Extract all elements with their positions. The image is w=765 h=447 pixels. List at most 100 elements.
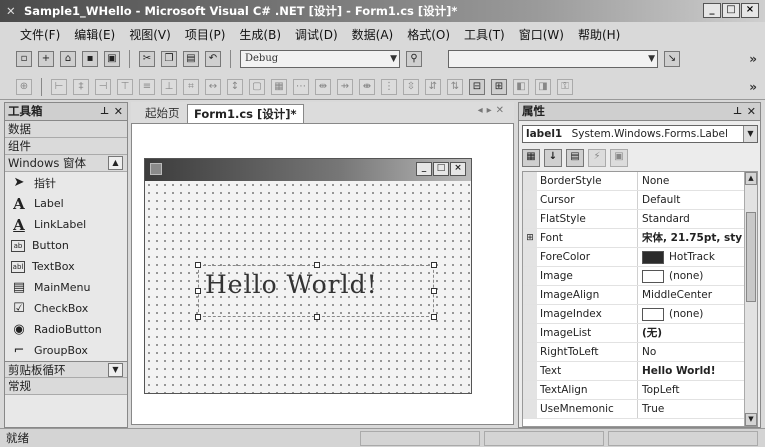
menu-format[interactable]: 格式(O) — [407, 26, 450, 43]
property-row[interactable]: Image (none) — [523, 267, 757, 286]
center-horizontally-icon[interactable]: ⊟ — [469, 78, 485, 95]
toolbox-item-groupbox[interactable]: ⌐ GroupBox — [5, 340, 127, 361]
make-same-size-icon[interactable]: ▢ — [249, 78, 265, 95]
events-icon[interactable]: ⚡ — [588, 149, 606, 167]
property-row[interactable]: ⊞ Font 宋体, 21.75pt, sty — [523, 229, 757, 248]
vspacing-remove-icon[interactable]: ⇅ — [447, 78, 463, 95]
alphabetical-icon[interactable]: ↓ — [544, 149, 562, 167]
find-icon[interactable]: ⚲ — [406, 51, 422, 67]
categorized-icon[interactable]: ▦ — [522, 149, 540, 167]
send-to-back-icon[interactable]: ◨ — [535, 78, 551, 95]
toolbar-overflow-icon[interactable]: » — [749, 80, 757, 94]
property-value[interactable]: (无) — [638, 324, 757, 342]
scroll-up-icon[interactable]: ▲ — [745, 172, 757, 185]
resize-handle[interactable] — [195, 288, 201, 294]
vspacing-equal-icon[interactable]: ⋮ — [381, 78, 397, 95]
align-middle-icon[interactable]: ≡ — [139, 78, 155, 95]
lock-controls-icon[interactable]: ⚿ — [557, 78, 573, 95]
toolbox-item-mainmenu[interactable]: ▤ MainMenu — [5, 277, 127, 298]
close-icon[interactable]: ✕ — [114, 103, 123, 120]
save-all-icon[interactable]: ▣ — [104, 51, 120, 67]
new-project-icon[interactable]: ▫ — [16, 51, 32, 67]
resize-handle[interactable] — [431, 314, 437, 320]
tab-start-page[interactable]: 起始页 — [139, 104, 186, 123]
property-value[interactable]: None — [638, 172, 757, 190]
maximize-button[interactable]: □ — [722, 3, 740, 18]
toolbox-category-data[interactable]: 数据 — [5, 121, 127, 138]
toolbox-item-checkbox[interactable]: ☑ CheckBox — [5, 298, 127, 319]
property-value[interactable]: (none) — [638, 267, 757, 285]
property-value[interactable]: Default — [638, 191, 757, 209]
resize-handle[interactable] — [431, 288, 437, 294]
hspacing-equal-icon[interactable]: ⋯ — [293, 78, 309, 95]
property-row[interactable]: TextAlign TopLeft — [523, 381, 757, 400]
pin-icon[interactable]: ⊥ — [733, 103, 742, 120]
toolbox-category-windows-forms[interactable]: Windows 窗体 ▲ — [5, 155, 127, 172]
form-client-area[interactable]: Hello World! — [145, 181, 471, 393]
menu-help[interactable]: 帮助(H) — [578, 26, 620, 43]
make-same-width-icon[interactable]: ↔ — [205, 78, 221, 95]
scroll-down-icon[interactable]: ▼ — [745, 413, 757, 426]
size-to-grid-icon[interactable]: ▦ — [271, 78, 287, 95]
toolbox-category-clipboard-ring[interactable]: 剪贴板循环 ▼ — [5, 361, 127, 378]
property-row[interactable]: FlatStyle Standard — [523, 210, 757, 229]
property-row[interactable]: Text Hello World! — [523, 362, 757, 381]
copy-icon[interactable]: ❐ — [161, 51, 177, 67]
vspacing-increase-icon[interactable]: ⇳ — [403, 78, 419, 95]
cut-icon[interactable]: ✂ — [139, 51, 155, 67]
close-button[interactable]: × — [741, 3, 759, 18]
find-combo[interactable]: ▼ — [448, 50, 658, 68]
property-grid-scrollbar[interactable]: ▲ ▼ — [744, 172, 757, 426]
property-row[interactable]: ImageIndex (none) — [523, 305, 757, 324]
property-value[interactable]: Standard — [638, 210, 757, 228]
property-row[interactable]: ImageAlign MiddleCenter — [523, 286, 757, 305]
solution-explorer-icon[interactable]: ↘ — [664, 51, 680, 67]
object-selector[interactable]: label1 System.Windows.Forms.Label ▼ — [522, 125, 758, 143]
toolbox-item-label[interactable]: A Label — [5, 193, 127, 214]
property-row[interactable]: BorderStyle None — [523, 172, 757, 191]
close-icon[interactable]: ✕ — [747, 103, 756, 120]
resize-handle[interactable] — [431, 262, 437, 268]
property-value[interactable]: 宋体, 21.75pt, sty — [638, 229, 757, 247]
align-grid-icon[interactable]: ⊕ — [16, 78, 32, 95]
menu-window[interactable]: 窗口(W) — [519, 26, 564, 43]
property-row[interactable]: Cursor Default — [523, 191, 757, 210]
center-vertically-icon[interactable]: ⊞ — [491, 78, 507, 95]
property-row[interactable]: UseMnemonic True — [523, 400, 757, 419]
make-same-height-icon[interactable]: ↕ — [227, 78, 243, 95]
minimize-button[interactable]: _ — [703, 3, 721, 18]
property-value[interactable]: MiddleCenter — [638, 286, 757, 304]
hspacing-remove-icon[interactable]: ⇼ — [359, 78, 375, 95]
toolbox-category-components[interactable]: 组件 — [5, 138, 127, 155]
menu-debug[interactable]: 调试(D) — [295, 26, 338, 43]
property-value[interactable]: (none) — [638, 305, 757, 323]
menu-edit[interactable]: 编辑(E) — [74, 26, 115, 43]
expand-icon[interactable]: ⊞ — [523, 229, 537, 247]
add-item-icon[interactable]: + — [38, 51, 54, 67]
tab-nav-arrows[interactable]: ◂▸✕ — [478, 105, 508, 116]
align-right-icon[interactable]: ⊣ — [95, 78, 111, 95]
undo-icon[interactable]: ↶ — [205, 51, 221, 67]
hspacing-increase-icon[interactable]: ⇹ — [315, 78, 331, 95]
scroll-up-icon[interactable]: ▲ — [108, 156, 123, 170]
align-bottom-icon[interactable]: ⊥ — [161, 78, 177, 95]
properties-view-icon[interactable]: ▤ — [566, 149, 584, 167]
toolbox-item-pointer[interactable]: ➤ 指针 — [5, 172, 127, 193]
resize-handle[interactable] — [314, 262, 320, 268]
hspacing-decrease-icon[interactable]: ⇸ — [337, 78, 353, 95]
tab-form1-design[interactable]: Form1.cs [设计]* — [187, 104, 304, 123]
align-to-grid-icon[interactable]: ⌗ — [183, 78, 199, 95]
open-icon[interactable]: ⌂ — [60, 51, 76, 67]
property-row[interactable]: RightToLeft No — [523, 343, 757, 362]
property-value[interactable]: Hello World! — [638, 362, 757, 380]
property-row[interactable]: ImageList (无) — [523, 324, 757, 343]
label1-control[interactable]: Hello World! — [195, 262, 437, 320]
align-center-icon[interactable]: ‡ — [73, 78, 89, 95]
align-top-icon[interactable]: ⊤ — [117, 78, 133, 95]
scroll-down-icon[interactable]: ▼ — [108, 363, 123, 377]
toolbox-item-radiobutton[interactable]: ◉ RadioButton — [5, 319, 127, 340]
menu-data[interactable]: 数据(A) — [352, 26, 394, 43]
property-pages-icon[interactable]: ▣ — [610, 149, 628, 167]
property-value[interactable]: TopLeft — [638, 381, 757, 399]
resize-handle[interactable] — [314, 314, 320, 320]
